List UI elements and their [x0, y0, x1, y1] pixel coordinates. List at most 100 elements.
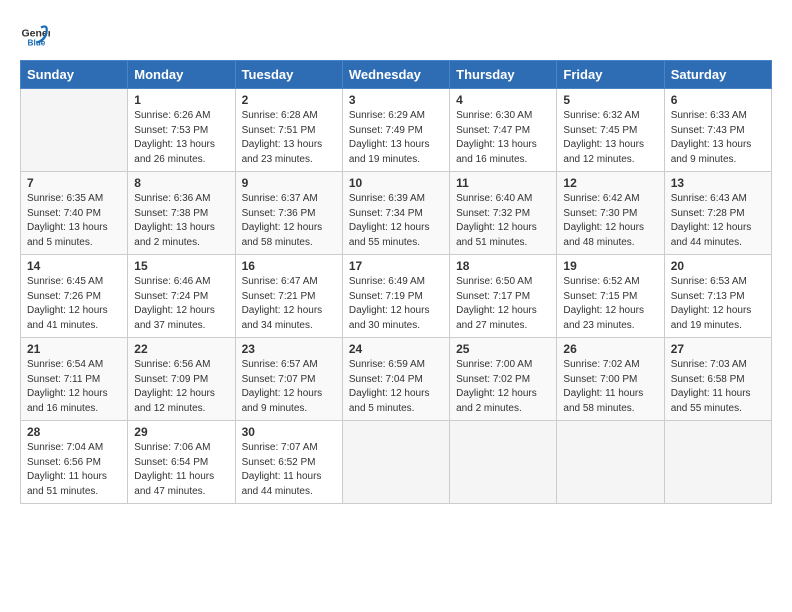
day-info: Sunrise: 6:28 AM Sunset: 7:51 PM Dayligh…	[242, 109, 336, 167]
day-number: 5	[563, 93, 657, 107]
day-info: Sunrise: 6:46 AM Sunset: 7:24 PM Dayligh…	[134, 275, 228, 333]
day-info: Sunrise: 6:49 AM Sunset: 7:19 PM Dayligh…	[349, 275, 443, 333]
day-info: Sunrise: 7:07 AM Sunset: 6:52 PM Dayligh…	[242, 441, 336, 499]
calendar-cell: 18 Sunrise: 6:50 AM Sunset: 7:17 PM Dayli…	[450, 255, 557, 338]
calendar-cell: 30 Sunrise: 7:07 AM Sunset: 6:52 PM Dayli…	[235, 421, 342, 504]
day-info: Sunrise: 6:35 AM Sunset: 7:40 PM Dayligh…	[27, 192, 121, 250]
day-number: 11	[456, 176, 550, 190]
calendar-cell: 6 Sunrise: 6:33 AM Sunset: 7:43 PM Daylig…	[664, 89, 771, 172]
week-row-5: 28 Sunrise: 7:04 AM Sunset: 6:56 PM Dayli…	[21, 421, 772, 504]
day-number: 7	[27, 176, 121, 190]
day-info: Sunrise: 7:02 AM Sunset: 7:00 PM Dayligh…	[563, 358, 657, 416]
day-info: Sunrise: 7:00 AM Sunset: 7:02 PM Dayligh…	[456, 358, 550, 416]
calendar-cell	[21, 89, 128, 172]
calendar-cell: 15Sunrise: 6:46 AM Sunset: 7:24 PM Dayli…	[128, 255, 235, 338]
calendar-cell: 25 Sunrise: 7:00 AM Sunset: 7:02 PM Dayli…	[450, 338, 557, 421]
day-info: Sunrise: 6:37 AM Sunset: 7:36 PM Dayligh…	[242, 192, 336, 250]
day-number: 29	[134, 425, 228, 439]
calendar-cell: 19 Sunrise: 6:52 AM Sunset: 7:15 PM Dayli…	[557, 255, 664, 338]
calendar-cell: 23Sunrise: 6:57 AM Sunset: 7:07 PM Dayli…	[235, 338, 342, 421]
day-number: 28	[27, 425, 121, 439]
weekday-header-sunday: Sunday	[21, 61, 128, 89]
calendar-cell: 1 Sunrise: 6:26 AM Sunset: 7:53 PM Daylig…	[128, 89, 235, 172]
weekday-header-saturday: Saturday	[664, 61, 771, 89]
week-row-2: 7 Sunrise: 6:35 AM Sunset: 7:40 PM Daylig…	[21, 172, 772, 255]
day-number: 12	[563, 176, 657, 190]
calendar-cell: 10 Sunrise: 6:39 AM Sunset: 7:34 PM Dayli…	[342, 172, 449, 255]
calendar-cell: 4 Sunrise: 6:30 AM Sunset: 7:47 PM Daylig…	[450, 89, 557, 172]
day-number: 10	[349, 176, 443, 190]
day-number: 30	[242, 425, 336, 439]
calendar-table: SundayMondayTuesdayWednesdayThursdayFrid…	[20, 60, 772, 504]
day-number: 22	[134, 342, 228, 356]
calendar-cell: 28 Sunrise: 7:04 AM Sunset: 6:56 PM Dayli…	[21, 421, 128, 504]
day-info: Sunrise: 6:32 AM Sunset: 7:45 PM Dayligh…	[563, 109, 657, 167]
day-number: 9	[242, 176, 336, 190]
weekday-header-monday: Monday	[128, 61, 235, 89]
calendar-cell	[450, 421, 557, 504]
day-number: 18	[456, 259, 550, 273]
day-info: Sunrise: 6:36 AM Sunset: 7:38 PM Dayligh…	[134, 192, 228, 250]
weekday-header-friday: Friday	[557, 61, 664, 89]
calendar-cell: 3 Sunrise: 6:29 AM Sunset: 7:49 PM Daylig…	[342, 89, 449, 172]
day-info: Sunrise: 6:56 AM Sunset: 7:09 PM Dayligh…	[134, 358, 228, 416]
calendar-cell: 7 Sunrise: 6:35 AM Sunset: 7:40 PM Daylig…	[21, 172, 128, 255]
calendar-cell	[664, 421, 771, 504]
day-number: 24	[349, 342, 443, 356]
calendar-cell: 20 Sunrise: 6:53 AM Sunset: 7:13 PM Dayli…	[664, 255, 771, 338]
day-info: Sunrise: 6:30 AM Sunset: 7:47 PM Dayligh…	[456, 109, 550, 167]
day-number: 27	[671, 342, 765, 356]
day-number: 20	[671, 259, 765, 273]
day-number: 8	[134, 176, 228, 190]
calendar-cell: 17 Sunrise: 6:49 AM Sunset: 7:19 PM Dayli…	[342, 255, 449, 338]
day-info: Sunrise: 6:29 AM Sunset: 7:49 PM Dayligh…	[349, 109, 443, 167]
logo-icon: General Blue	[20, 20, 50, 50]
day-number: 23	[242, 342, 336, 356]
page-header: General Blue	[20, 20, 772, 50]
day-number: 6	[671, 93, 765, 107]
day-number: 1	[134, 93, 228, 107]
day-info: Sunrise: 7:03 AM Sunset: 6:58 PM Dayligh…	[671, 358, 765, 416]
day-number: 16	[242, 259, 336, 273]
day-number: 17	[349, 259, 443, 273]
calendar-cell	[557, 421, 664, 504]
day-number: 4	[456, 93, 550, 107]
svg-text:Blue: Blue	[28, 39, 46, 48]
day-info: Sunrise: 6:54 AM Sunset: 7:11 PM Dayligh…	[27, 358, 121, 416]
day-info: Sunrise: 7:06 AM Sunset: 6:54 PM Dayligh…	[134, 441, 228, 499]
calendar-cell: 12 Sunrise: 6:42 AM Sunset: 7:30 PM Dayli…	[557, 172, 664, 255]
calendar-cell: 27 Sunrise: 7:03 AM Sunset: 6:58 PM Dayli…	[664, 338, 771, 421]
day-number: 13	[671, 176, 765, 190]
day-info: Sunrise: 6:43 AM Sunset: 7:28 PM Dayligh…	[671, 192, 765, 250]
day-info: Sunrise: 6:39 AM Sunset: 7:34 PM Dayligh…	[349, 192, 443, 250]
weekday-header-wednesday: Wednesday	[342, 61, 449, 89]
calendar-cell: 24 Sunrise: 6:59 AM Sunset: 7:04 PM Dayli…	[342, 338, 449, 421]
calendar-cell	[342, 421, 449, 504]
day-number: 14	[27, 259, 121, 273]
calendar-cell: 26Sunrise: 7:02 AM Sunset: 7:00 PM Dayli…	[557, 338, 664, 421]
day-number: 3	[349, 93, 443, 107]
week-row-4: 21Sunrise: 6:54 AM Sunset: 7:11 PM Dayli…	[21, 338, 772, 421]
day-info: Sunrise: 6:45 AM Sunset: 7:26 PM Dayligh…	[27, 275, 121, 333]
calendar-cell: 16Sunrise: 6:47 AM Sunset: 7:21 PM Dayli…	[235, 255, 342, 338]
calendar-cell: 5 Sunrise: 6:32 AM Sunset: 7:45 PM Daylig…	[557, 89, 664, 172]
weekday-header-row: SundayMondayTuesdayWednesdayThursdayFrid…	[21, 61, 772, 89]
calendar-cell: 11 Sunrise: 6:40 AM Sunset: 7:32 PM Dayli…	[450, 172, 557, 255]
calendar-cell: 14 Sunrise: 6:45 AM Sunset: 7:26 PM Dayli…	[21, 255, 128, 338]
day-info: Sunrise: 6:42 AM Sunset: 7:30 PM Dayligh…	[563, 192, 657, 250]
calendar-cell: 21Sunrise: 6:54 AM Sunset: 7:11 PM Dayli…	[21, 338, 128, 421]
week-row-1: 1 Sunrise: 6:26 AM Sunset: 7:53 PM Daylig…	[21, 89, 772, 172]
day-info: Sunrise: 6:50 AM Sunset: 7:17 PM Dayligh…	[456, 275, 550, 333]
logo: General Blue	[20, 20, 54, 50]
day-number: 25	[456, 342, 550, 356]
day-info: Sunrise: 7:04 AM Sunset: 6:56 PM Dayligh…	[27, 441, 121, 499]
day-info: Sunrise: 6:40 AM Sunset: 7:32 PM Dayligh…	[456, 192, 550, 250]
calendar-cell: 9 Sunrise: 6:37 AM Sunset: 7:36 PM Daylig…	[235, 172, 342, 255]
day-info: Sunrise: 6:59 AM Sunset: 7:04 PM Dayligh…	[349, 358, 443, 416]
day-info: Sunrise: 6:26 AM Sunset: 7:53 PM Dayligh…	[134, 109, 228, 167]
day-info: Sunrise: 6:53 AM Sunset: 7:13 PM Dayligh…	[671, 275, 765, 333]
week-row-3: 14 Sunrise: 6:45 AM Sunset: 7:26 PM Dayli…	[21, 255, 772, 338]
day-number: 19	[563, 259, 657, 273]
day-info: Sunrise: 6:33 AM Sunset: 7:43 PM Dayligh…	[671, 109, 765, 167]
day-info: Sunrise: 6:52 AM Sunset: 7:15 PM Dayligh…	[563, 275, 657, 333]
